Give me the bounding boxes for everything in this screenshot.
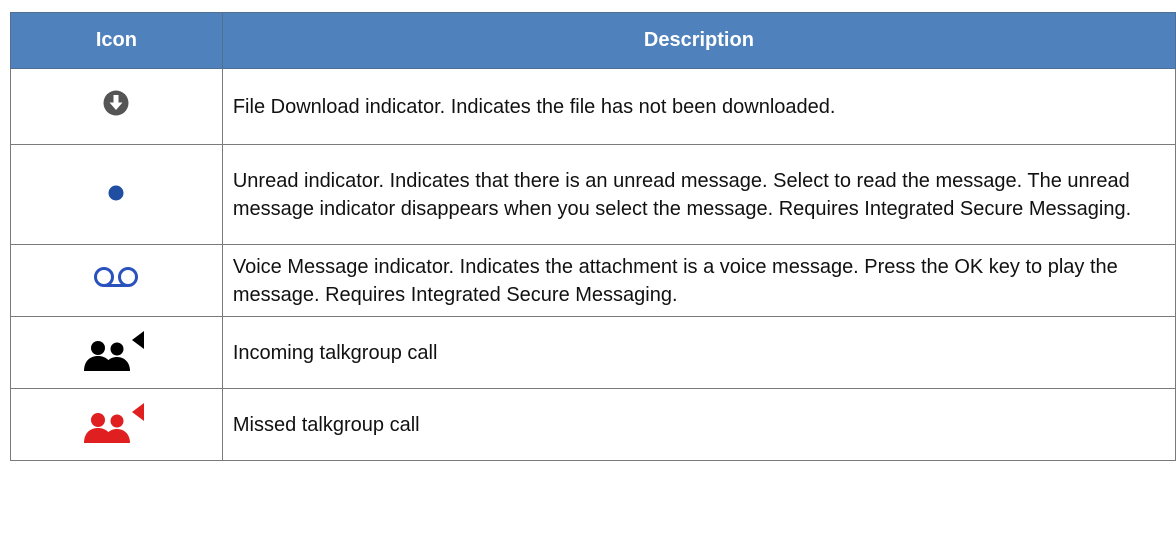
unread-dot-icon bbox=[108, 181, 124, 209]
table-row: Missed talkgroup call bbox=[10, 388, 1176, 461]
table-row: File Download indicator. Indicates the f… bbox=[10, 68, 1176, 145]
description-cell: Voice Message indicator. Indicates the a… bbox=[221, 244, 1176, 317]
table-row: Voice Message indicator. Indicates the a… bbox=[10, 244, 1176, 317]
table-header-row: Icon Description bbox=[10, 12, 1176, 69]
incoming-talkgroup-icon bbox=[84, 327, 148, 379]
table-row: Incoming talkgroup call bbox=[10, 316, 1176, 389]
description-cell: Unread indicator. Indicates that there i… bbox=[221, 144, 1176, 245]
icon-cell bbox=[10, 144, 223, 245]
icon-cell bbox=[10, 68, 223, 145]
description-cell: Missed talkgroup call bbox=[221, 388, 1176, 461]
icon-table: Icon Description File Download indicator… bbox=[10, 12, 1176, 461]
icon-cell bbox=[10, 244, 223, 317]
voicemail-icon bbox=[93, 266, 139, 296]
missed-talkgroup-icon bbox=[84, 399, 148, 451]
table-row: Unread indicator. Indicates that there i… bbox=[10, 144, 1176, 245]
icon-cell bbox=[10, 316, 223, 389]
description-cell: File Download indicator. Indicates the f… bbox=[221, 68, 1176, 145]
icon-cell bbox=[10, 388, 223, 461]
download-icon bbox=[103, 90, 129, 124]
description-cell: Incoming talkgroup call bbox=[221, 316, 1176, 389]
description-column-header: Description bbox=[221, 12, 1176, 69]
icon-column-header: Icon bbox=[10, 12, 223, 69]
